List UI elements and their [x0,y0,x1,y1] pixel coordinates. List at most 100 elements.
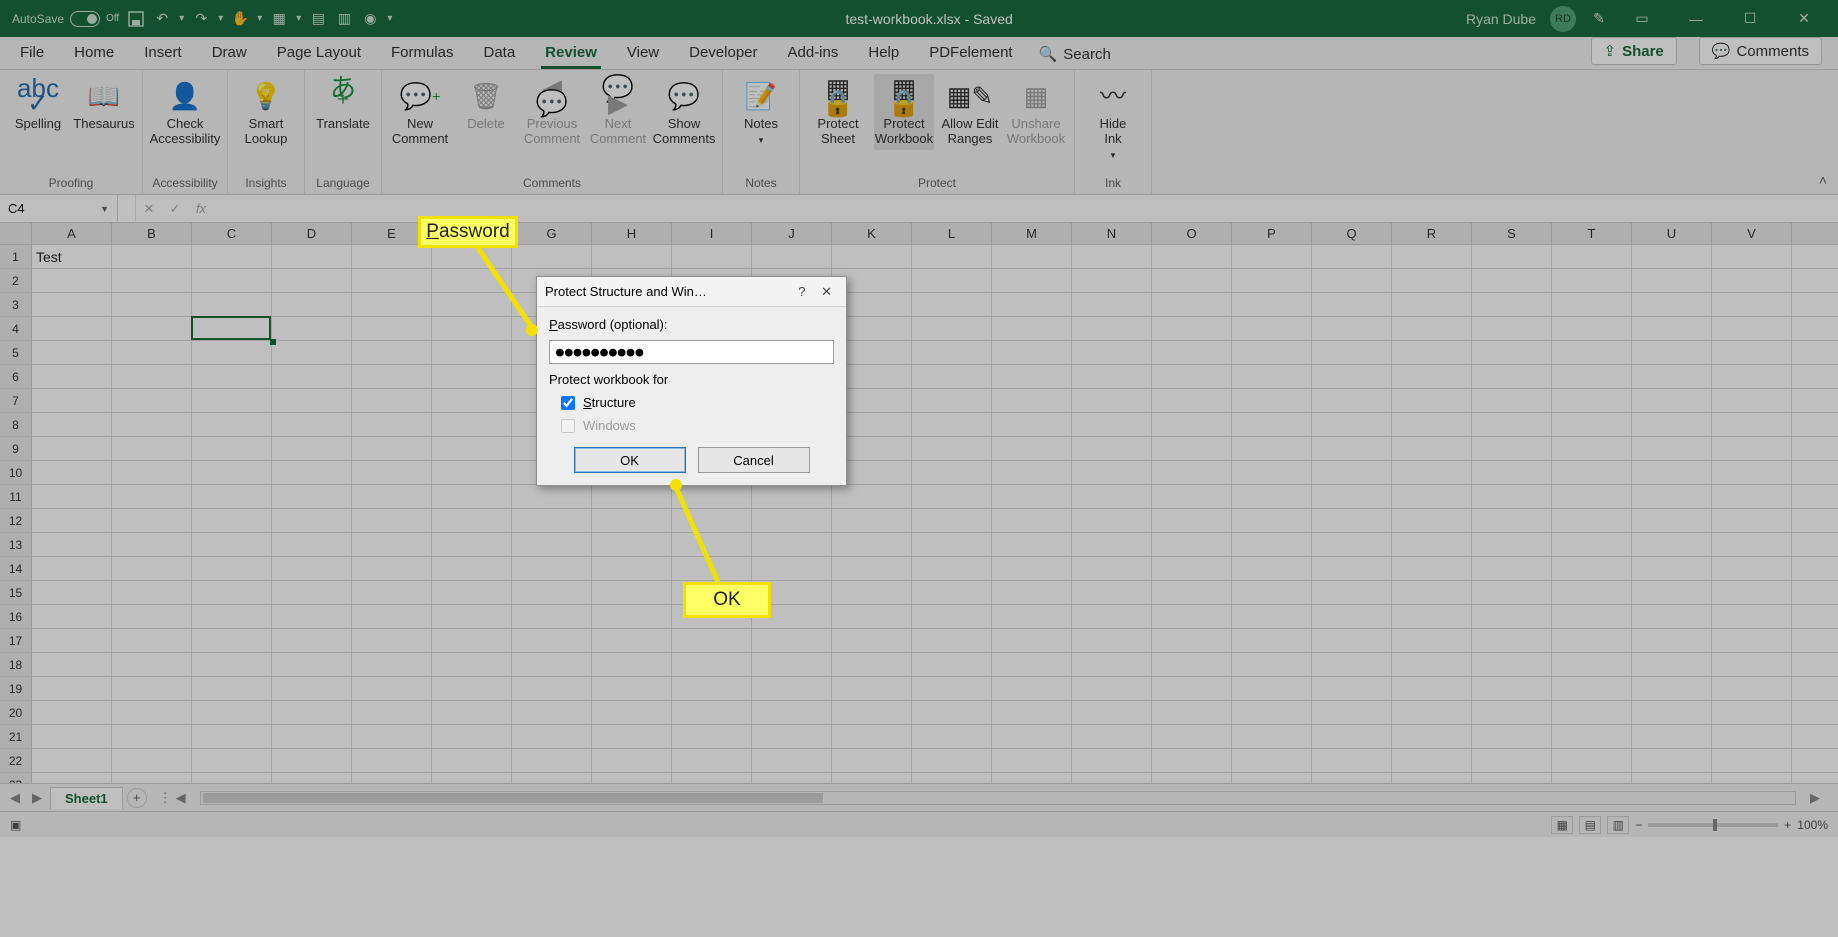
cell[interactable] [592,557,672,580]
cell[interactable] [832,509,912,532]
pen-icon[interactable]: ✎ [1590,10,1608,28]
cell[interactable] [992,269,1072,292]
cell[interactable] [192,653,272,676]
cell[interactable] [112,245,192,268]
cell[interactable] [1232,341,1312,364]
cell[interactable] [592,245,672,268]
cell[interactable] [1472,629,1552,652]
add-sheet-button[interactable]: + [127,788,147,808]
table-icon[interactable]: ▤ [309,10,327,28]
cell[interactable] [672,509,752,532]
cell[interactable] [432,269,512,292]
cell[interactable] [192,461,272,484]
cell[interactable] [1312,365,1392,388]
cell[interactable] [1552,773,1632,783]
row-header[interactable]: 20 [0,701,32,724]
cell[interactable] [992,485,1072,508]
cell[interactable] [1632,725,1712,748]
cell[interactable] [912,581,992,604]
cell[interactable] [752,725,832,748]
sheet-nav-next-icon[interactable]: ▶ [28,790,46,806]
column-header[interactable]: M [992,223,1072,244]
cell[interactable] [992,293,1072,316]
column-header[interactable]: Q [1312,223,1392,244]
cell[interactable] [1552,461,1632,484]
cell[interactable] [512,245,592,268]
cell[interactable] [672,557,752,580]
cell[interactable] [1312,605,1392,628]
cell[interactable] [352,269,432,292]
record-icon[interactable]: ◉ [361,10,379,28]
cell[interactable] [1072,605,1152,628]
cell[interactable] [1472,701,1552,724]
cell[interactable] [1072,557,1152,580]
row-header[interactable]: 5 [0,341,32,364]
cell[interactable] [1232,293,1312,316]
cell[interactable] [1312,581,1392,604]
cell[interactable] [592,701,672,724]
cell[interactable] [512,509,592,532]
cell[interactable] [1072,485,1152,508]
cell[interactable] [112,701,192,724]
autosave-toggle[interactable]: AutoSave Off [12,11,119,27]
cell[interactable] [1552,677,1632,700]
cell[interactable] [1552,629,1632,652]
cell[interactable] [1392,749,1472,772]
cell[interactable] [992,677,1072,700]
cell[interactable] [1072,269,1152,292]
cell[interactable] [1072,677,1152,700]
cell[interactable] [992,773,1072,783]
cell[interactable] [352,245,432,268]
cell[interactable] [752,533,832,556]
cell[interactable] [1552,389,1632,412]
cell[interactable] [1152,485,1232,508]
cell[interactable] [272,293,352,316]
cell[interactable] [32,293,112,316]
cell[interactable] [832,245,912,268]
cell[interactable] [512,773,592,783]
cell[interactable] [1312,341,1392,364]
cell[interactable] [272,533,352,556]
cell[interactable] [352,773,432,783]
cell[interactable] [992,389,1072,412]
cell[interactable] [1312,245,1392,268]
cell[interactable] [1072,389,1152,412]
cell[interactable] [1152,557,1232,580]
cell[interactable] [832,629,912,652]
cell[interactable] [432,701,512,724]
cell[interactable] [272,365,352,388]
column-header[interactable]: R [1392,223,1472,244]
row-header[interactable]: 8 [0,413,32,436]
cell[interactable] [992,437,1072,460]
cell[interactable] [1472,317,1552,340]
cell[interactable] [512,485,592,508]
touch-icon[interactable]: ✋ [231,10,249,28]
cell[interactable] [272,269,352,292]
cell[interactable] [352,749,432,772]
fill-handle[interactable] [270,339,276,345]
cell[interactable] [1392,341,1472,364]
cell[interactable] [1392,773,1472,783]
cell[interactable] [992,317,1072,340]
cell[interactable] [672,749,752,772]
cell[interactable] [912,749,992,772]
cell[interactable] [1632,581,1712,604]
cell[interactable] [112,677,192,700]
cell[interactable] [1232,269,1312,292]
cell[interactable] [1472,461,1552,484]
cell[interactable] [1232,557,1312,580]
cell[interactable] [1552,341,1632,364]
cell[interactable] [1152,581,1232,604]
cell[interactable] [1632,269,1712,292]
cell[interactable] [752,245,832,268]
cell[interactable] [832,773,912,783]
cell[interactable] [1072,533,1152,556]
select-all-corner[interactable] [0,223,32,244]
dialog-titlebar[interactable]: Protect Structure and Win… ? ✕ [537,277,846,307]
cell[interactable] [912,413,992,436]
cell[interactable] [192,389,272,412]
cell[interactable] [1712,605,1792,628]
cell[interactable] [272,245,352,268]
cell[interactable] [352,509,432,532]
cell[interactable] [1152,773,1232,783]
